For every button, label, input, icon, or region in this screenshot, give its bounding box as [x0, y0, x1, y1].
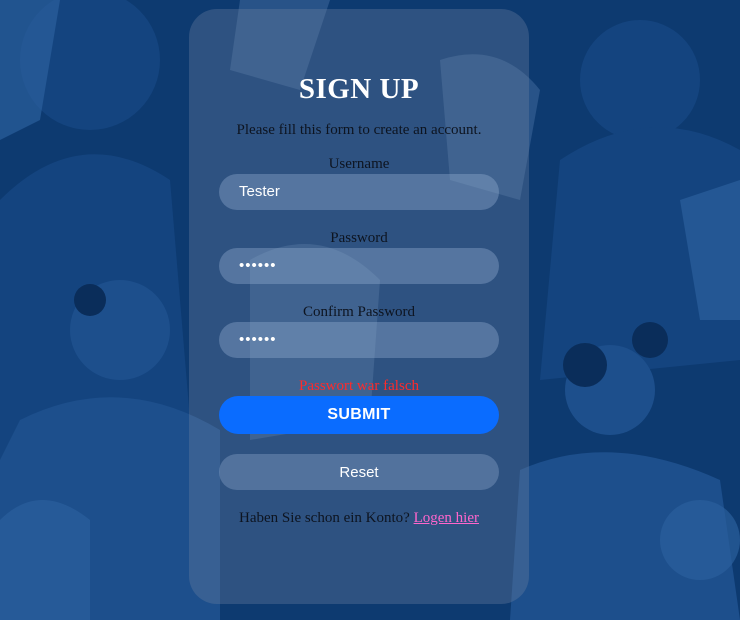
confirm-password-label: Confirm Password: [302, 304, 416, 320]
login-prompt: Haben Sie schon ein Konto? Logen hier: [189, 510, 529, 527]
login-prompt-text: Haben Sie schon ein Konto?: [239, 510, 410, 526]
password-input[interactable]: ••••••: [219, 248, 499, 284]
form-subtitle: Please fill this form to create an accou…: [236, 122, 482, 138]
login-link[interactable]: Logen hier: [414, 510, 479, 526]
error-message: Passwort war falsch: [299, 378, 419, 394]
reset-button[interactable]: Reset: [219, 454, 499, 490]
username-input[interactable]: Tester: [219, 174, 499, 210]
page-title: SIGN UP: [298, 73, 420, 105]
password-label: Password: [330, 230, 388, 246]
username-label: Username: [328, 156, 390, 172]
confirm-password-input[interactable]: ••••••: [219, 322, 499, 358]
submit-button[interactable]: SUBMIT: [219, 396, 499, 434]
signup-card: SIGN UP Please fill this form to create …: [189, 9, 529, 604]
